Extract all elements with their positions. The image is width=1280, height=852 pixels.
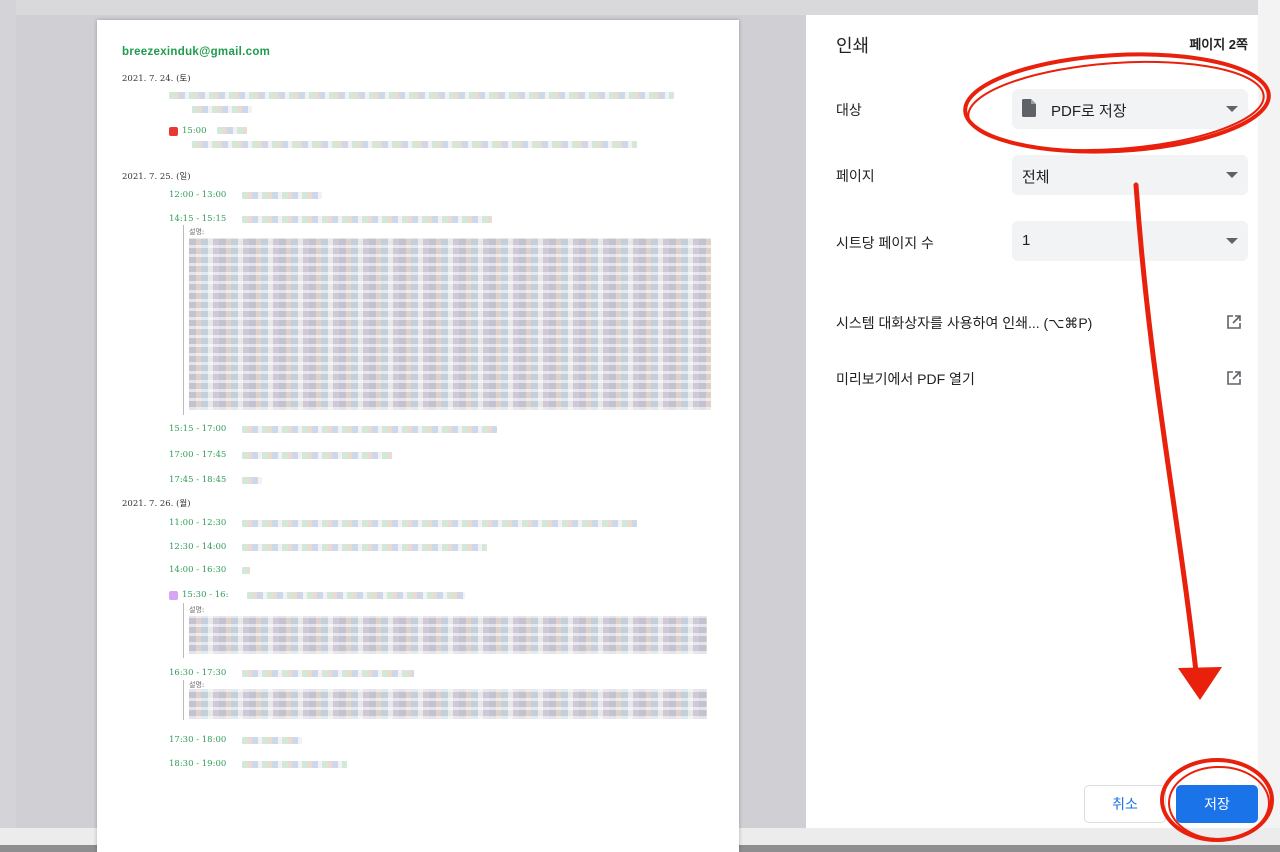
note-label: 설명:: [189, 606, 205, 614]
pages-value: 전체: [1022, 169, 1050, 186]
chevron-down-icon: [1226, 238, 1238, 244]
preview-time: 17:30 - 18:00: [169, 735, 227, 745]
pages-per-sheet-value: 1: [1022, 232, 1031, 249]
open-external-icon[interactable]: [1226, 370, 1242, 386]
preview-time: 12:30 - 14:00: [169, 542, 227, 552]
pages-select[interactable]: 전체: [1012, 155, 1248, 195]
blurred-text: [242, 216, 492, 223]
preview-time: 17:00 - 17:45: [169, 450, 227, 460]
pages-per-sheet-select[interactable]: 1: [1012, 221, 1248, 261]
blurred-text: [242, 761, 347, 768]
window-left-edge: [0, 0, 16, 845]
blurred-text: [242, 426, 497, 433]
system-dialog-link[interactable]: 시스템 대화상자를 사용하여 인쇄... (⌥⌘P): [836, 313, 1092, 333]
cancel-button[interactable]: 취소: [1084, 785, 1166, 823]
blurred-text: [242, 567, 250, 574]
blurred-text: [242, 544, 487, 551]
destination-select[interactable]: PDF로 저장: [1012, 89, 1248, 129]
blurred-text: [247, 592, 465, 599]
preview-time: 15:30 - 16:: [182, 590, 229, 600]
save-button[interactable]: 저장: [1176, 785, 1258, 823]
preview-email: breezexinduk@gmail.com: [122, 46, 271, 58]
blurred-text: [217, 127, 247, 134]
event-indent-line: [183, 680, 184, 720]
chevron-down-icon: [1226, 106, 1238, 112]
destination-value: PDF로 저장: [1051, 103, 1127, 120]
preview-time: 16:30 - 17:30: [169, 668, 227, 678]
background-window-edge: [1258, 0, 1280, 845]
file-icon: [1022, 99, 1036, 117]
event-indent-line: [183, 225, 184, 415]
pages-label: 페이지: [836, 168, 875, 184]
blurred-text: [242, 670, 414, 677]
blurred-text: [242, 520, 637, 527]
blurred-text: [242, 477, 262, 484]
note-label: 설명:: [189, 228, 205, 236]
blurred-text: [242, 192, 322, 199]
print-settings-panel: 인쇄 페이지 2쪽 대상 PDF로 저장 페이지 전체 시트당 페이지 수 1 …: [806, 15, 1258, 828]
chevron-down-icon: [1226, 172, 1238, 178]
blurred-description: [189, 616, 707, 654]
preview-time: 14:15 - 15:15: [169, 214, 227, 224]
page-count: 페이지 2쪽: [1189, 37, 1248, 52]
preview-time: 15:15 - 17:00: [169, 424, 227, 434]
open-preview-link[interactable]: 미리보기에서 PDF 열기: [836, 369, 975, 389]
preview-time: 12:00 - 13:00: [169, 190, 227, 200]
preview-time: 11:00 - 12:30: [169, 518, 227, 528]
blurred-text: [169, 92, 674, 99]
preview-page: breezexinduk@gmail.com 2021. 7. 24. (토) …: [97, 20, 739, 852]
preview-time: 17:45 - 18:45: [169, 475, 227, 485]
preview-date: 2021. 7. 26. (월): [122, 499, 191, 509]
blurred-description: [189, 689, 707, 719]
event-indent-line: [183, 603, 184, 658]
event-color-marker: [169, 127, 178, 136]
blurred-text: [242, 452, 392, 459]
preview-time: 14:00 - 16:30: [169, 565, 227, 575]
blurred-description: [189, 238, 711, 410]
preview-time: 18:30 - 19:00: [169, 759, 227, 769]
preview-time: 15:00: [182, 126, 207, 136]
event-color-marker: [169, 591, 178, 600]
print-preview-area[interactable]: breezexinduk@gmail.com 2021. 7. 24. (토) …: [16, 15, 806, 852]
open-external-icon[interactable]: [1226, 314, 1242, 330]
preview-date: 2021. 7. 24. (토): [122, 74, 191, 84]
panel-title: 인쇄: [836, 36, 870, 56]
blurred-text: [242, 737, 302, 744]
preview-date: 2021. 7. 25. (일): [122, 172, 191, 182]
destination-label: 대상: [836, 102, 862, 118]
blurred-text: [192, 106, 252, 113]
pages-per-sheet-label: 시트당 페이지 수: [836, 235, 934, 251]
blurred-text: [192, 141, 637, 148]
window-top-edge: [0, 0, 1280, 15]
